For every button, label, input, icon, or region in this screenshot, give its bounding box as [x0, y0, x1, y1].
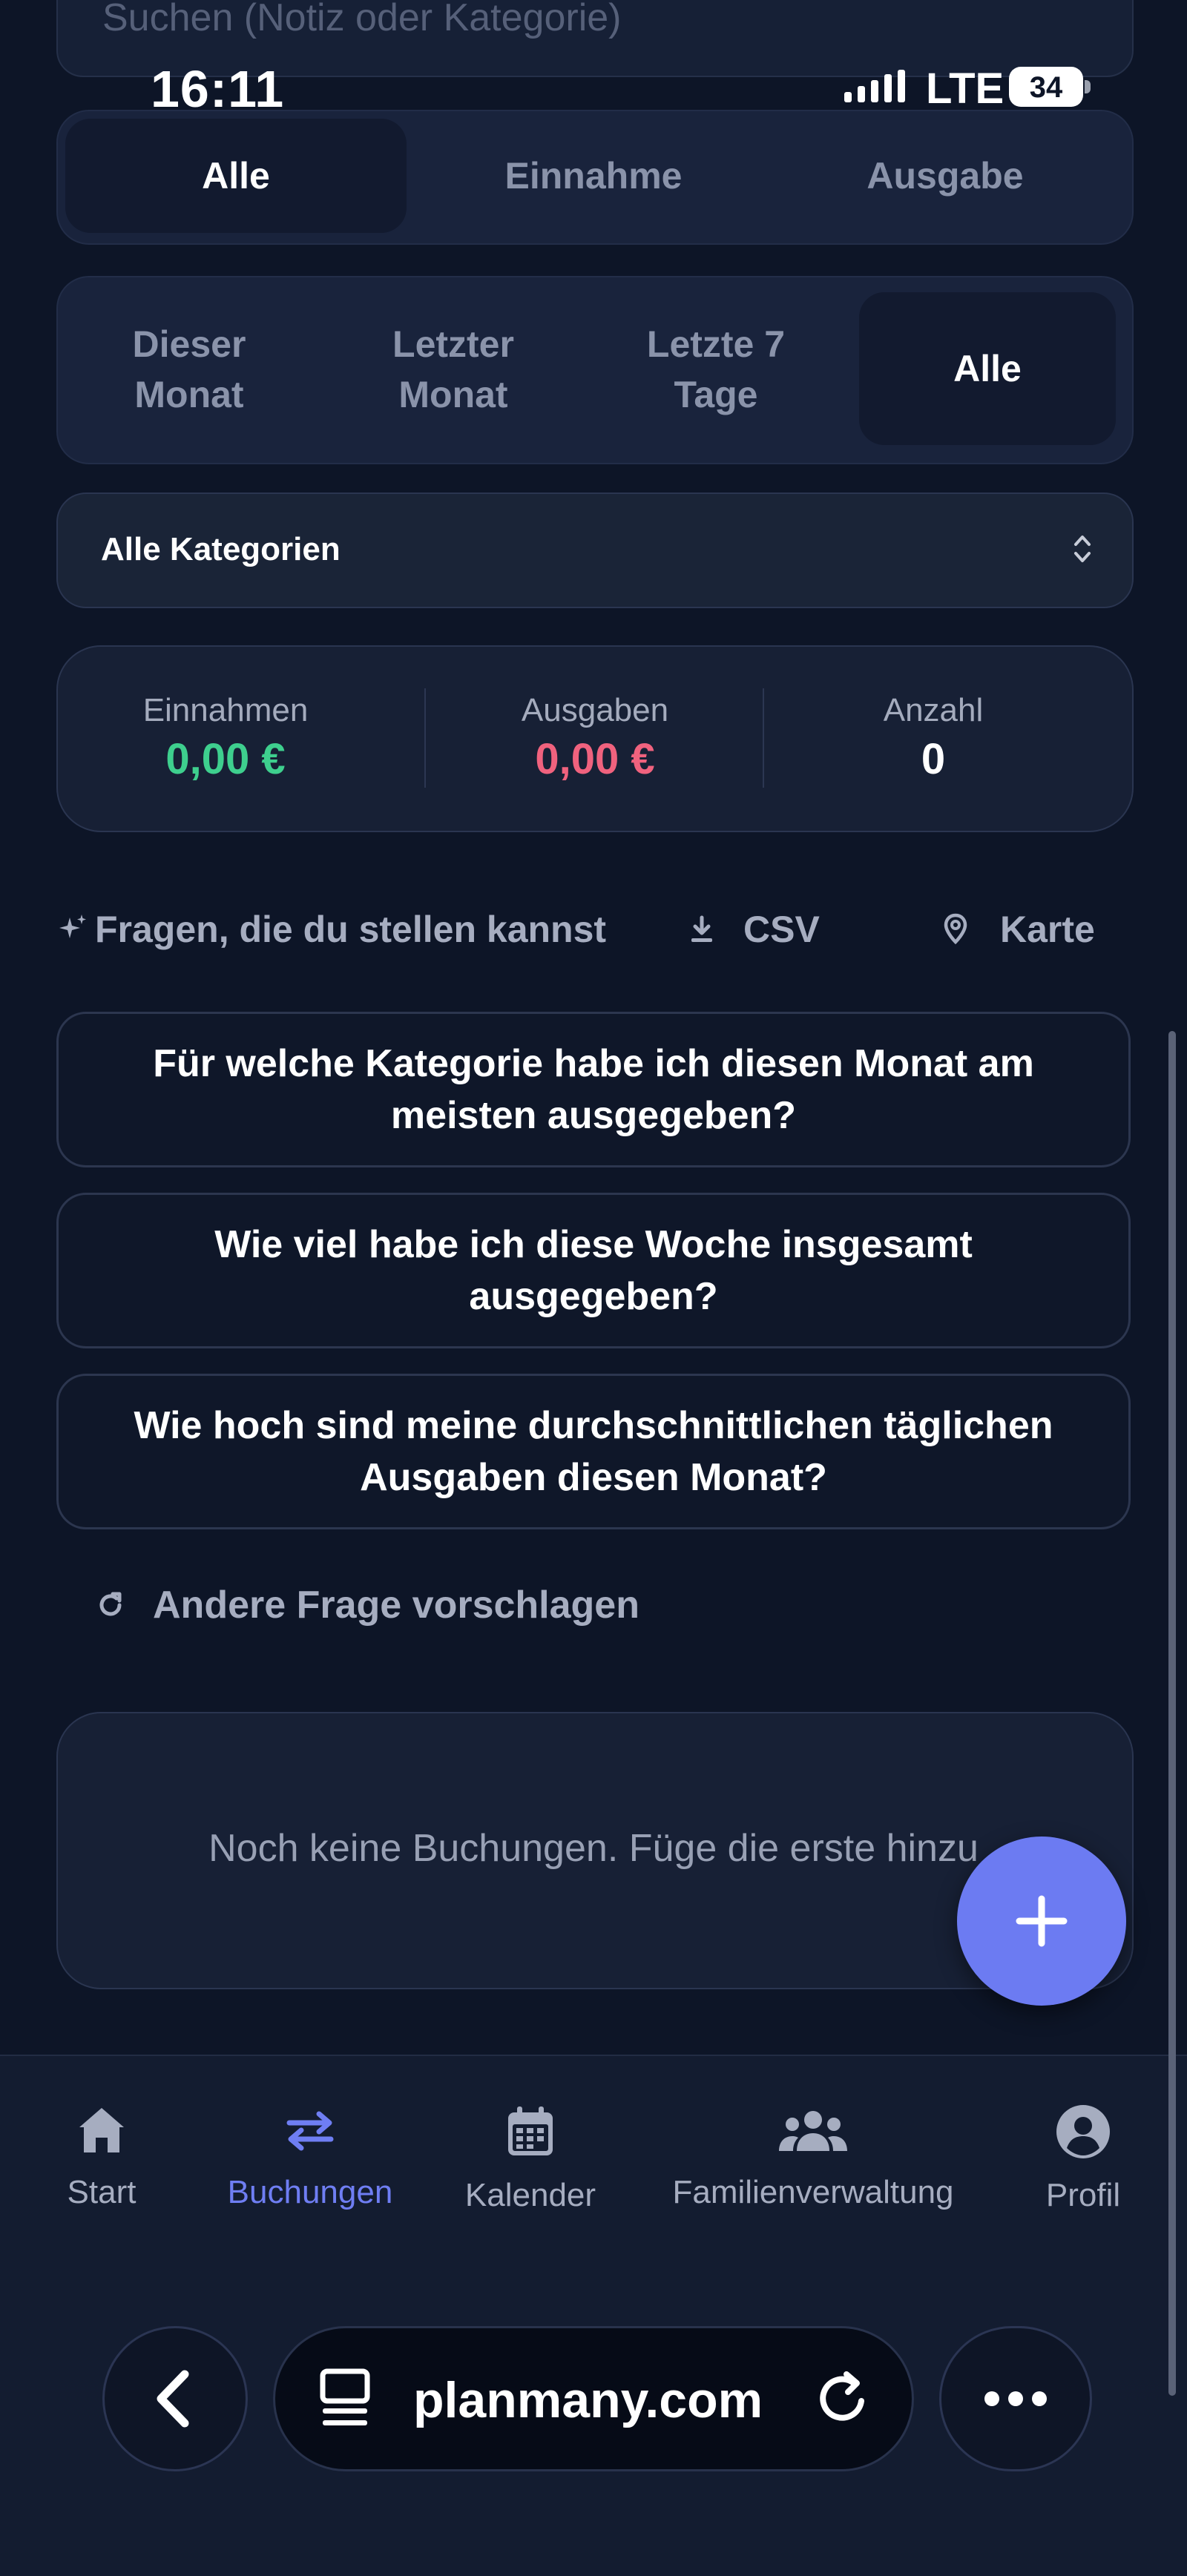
browser-url-bar[interactable]: planmany.com [273, 2326, 914, 2471]
browser-back-button[interactable] [102, 2326, 248, 2471]
scrollbar[interactable] [1168, 1031, 1176, 2396]
income-label: Einnahmen [142, 692, 309, 728]
count-summary: Anzahl 0 [770, 691, 1096, 786]
tab-ausgabe[interactable]: Ausgabe [775, 119, 1116, 233]
category-select-value: Alle Kategorien [101, 531, 341, 567]
chevron-left-icon [157, 2370, 189, 2428]
question-text: Für welche Kategorie habe ich diesen Mon… [153, 1042, 1034, 1137]
battery-icon: 34 [1009, 67, 1083, 107]
summary-divider [424, 688, 426, 788]
income-summary: Einnahmen 0,00 € [62, 691, 389, 786]
nav-start[interactable]: Start [45, 2104, 159, 2211]
download-icon [691, 915, 712, 942]
type-tabs: Alle Einnahme Ausgabe [56, 110, 1134, 245]
refresh-icon [99, 1592, 122, 1616]
nav-buchungen[interactable]: Buchungen [221, 2104, 399, 2211]
plus-icon [1016, 1895, 1068, 1947]
nav-buchungen-label: Buchungen [227, 2174, 393, 2210]
csv-label: CSV [743, 909, 820, 950]
question-card[interactable]: Für welche Kategorie habe ich diesen Mon… [56, 1012, 1131, 1167]
expense-value: 0,00 € [535, 735, 655, 783]
ask-questions-label: Fragen, die du stellen kannst [95, 909, 607, 950]
suggest-question-button[interactable]: Andere Frage vorschlagen [95, 1583, 639, 1627]
network-label: LTE [926, 65, 1004, 113]
question-text: Wie viel habe ich diese Woche insgesamt … [214, 1223, 973, 1318]
nav-profil-label: Profil [1045, 2177, 1121, 2213]
question-text: Wie hoch sind meine durchschnittlichen t… [134, 1404, 1053, 1499]
reload-icon [820, 2371, 864, 2421]
income-value: 0,00 € [165, 735, 286, 783]
expense-label: Ausgaben [521, 692, 669, 728]
battery-tip [1085, 80, 1091, 93]
suggest-question-label: Andere Frage vorschlagen [153, 1584, 639, 1627]
browser-more-button[interactable] [939, 2326, 1092, 2471]
nav-start-label: Start [67, 2174, 137, 2210]
nav-kalender[interactable]: Kalender [457, 2104, 604, 2214]
browser-url-text: planmany.com [413, 2372, 763, 2428]
nav-familienverwaltung[interactable]: Familienverwaltung [659, 2104, 967, 2211]
battery-level: 34 [1029, 71, 1063, 104]
family-icon [779, 2111, 847, 2151]
search-placeholder: Suchen (Notiz oder Kategorie) [102, 0, 622, 39]
more-icon [984, 2391, 1047, 2406]
profile-icon [1056, 2105, 1110, 2158]
chevron-up-down-icon [1074, 536, 1091, 562]
calendar-icon [508, 2106, 553, 2155]
home-icon [79, 2108, 124, 2152]
tab-letzte-7-tage[interactable]: Letzte 7 Tage [601, 297, 831, 442]
count-label: Anzahl [883, 692, 984, 728]
tab-alle-zeitraum[interactable]: Alle [859, 292, 1116, 445]
tab-overview-icon [320, 2368, 370, 2425]
period-tabs: Dieser Monat Letzter Monat Letzte 7 Tage… [56, 276, 1134, 464]
category-select[interactable]: Alle Kategorien [56, 493, 1134, 608]
tab-dieser-monat[interactable]: Dieser Monat [74, 297, 304, 442]
map-button[interactable]: Karte [941, 908, 1095, 951]
ask-questions-button[interactable]: Fragen, die du stellen kannst [56, 908, 606, 951]
add-booking-button[interactable] [957, 1837, 1126, 2006]
nav-kalender-label: Kalender [464, 2177, 596, 2213]
count-value: 0 [921, 735, 946, 783]
sparkle-icon [59, 915, 86, 938]
question-card[interactable]: Wie viel habe ich diese Woche insgesamt … [56, 1193, 1131, 1348]
nav-profil[interactable]: Profil [1031, 2104, 1135, 2214]
map-pin-icon [944, 913, 967, 945]
tab-letzter-monat[interactable]: Letzter Monat [338, 297, 568, 442]
tab-einnahme[interactable]: Einnahme [423, 119, 764, 233]
summary-divider [763, 688, 764, 788]
expense-summary: Ausgaben 0,00 € [432, 691, 758, 786]
transfer-icon [286, 2111, 334, 2151]
csv-export-button[interactable]: CSV [687, 908, 820, 951]
signal-icon [844, 70, 905, 102]
nav-familienverwaltung-label: Familienverwaltung [672, 2174, 954, 2210]
tab-alle[interactable]: Alle [65, 119, 407, 233]
map-label: Karte [1000, 909, 1095, 950]
summary-card: Einnahmen 0,00 € Ausgaben 0,00 € Anzahl … [56, 645, 1134, 832]
question-card[interactable]: Wie hoch sind meine durchschnittlichen t… [56, 1374, 1131, 1529]
